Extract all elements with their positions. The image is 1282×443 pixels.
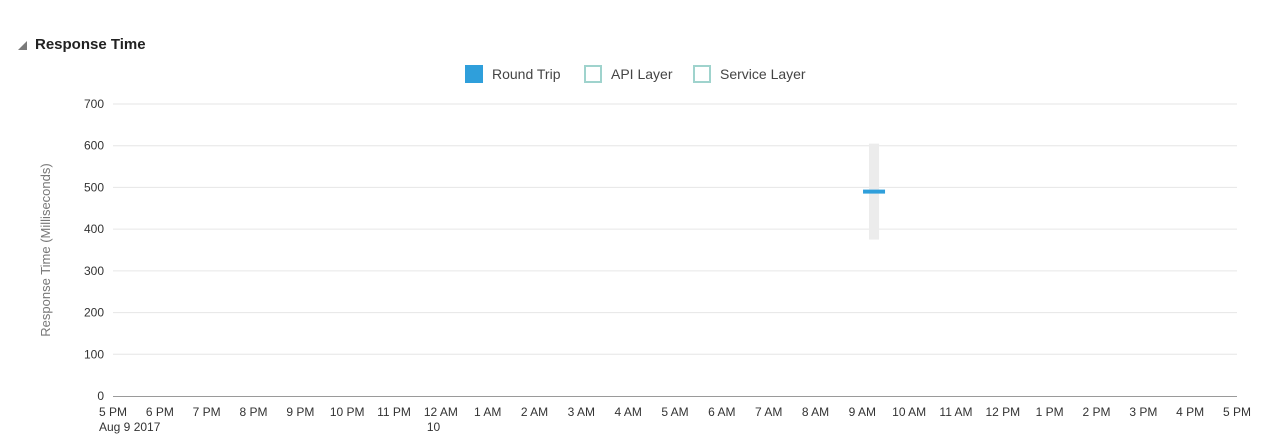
x-tick-label: 3 PM: [1129, 405, 1157, 419]
y-tick-label: 200: [84, 306, 104, 320]
x-tick-label: 2 PM: [1082, 405, 1110, 419]
x-tick-label: 3 AM: [568, 405, 595, 419]
x-tick-label: 8 PM: [239, 405, 267, 419]
x-tick-label: 10 AM: [892, 405, 926, 419]
y-tick-label: 400: [84, 222, 104, 236]
x-tick-label: 5 PM: [99, 405, 127, 419]
x-tick-label: 11 PM: [377, 405, 411, 419]
x-tick-label: 2 AM: [521, 405, 548, 419]
x-tick-label: 1 PM: [1036, 405, 1064, 419]
y-axis-title: Response Time (Milliseconds): [38, 163, 53, 336]
response-time-chart: 0 100 200 300 400 500 600 700 5 PM 6 PM 7 PM 8 PM 9 …: [38, 97, 1251, 434]
y-tick-label: 300: [84, 264, 104, 278]
y-tick-label: 600: [84, 139, 104, 153]
x-tick-label: 9 AM: [849, 405, 876, 419]
x-tick-label: 1 AM: [474, 405, 501, 419]
x-tick-sublabel: Aug 9 2017: [99, 420, 161, 434]
y-tick-label: 100: [84, 347, 104, 361]
x-tick-label: 10 PM: [330, 405, 365, 419]
x-tick-label: 6 AM: [708, 405, 735, 419]
x-tick-label: 4 AM: [614, 405, 641, 419]
x-tick-label: 12 AM: [424, 405, 458, 419]
x-tick-label: 9 PM: [286, 405, 314, 419]
x-tick-label: 8 AM: [802, 405, 829, 419]
x-tick-label: 5 AM: [661, 405, 688, 419]
y-tick-label: 700: [84, 97, 104, 111]
x-tick-label: 12 PM: [985, 405, 1020, 419]
x-tick-label: 5 PM: [1223, 405, 1251, 419]
y-tick-label: 0: [97, 389, 104, 403]
x-tick-label: 7 AM: [755, 405, 782, 419]
y-tick-label: 500: [84, 180, 104, 194]
x-tick-label: 4 PM: [1176, 405, 1204, 419]
x-tick-label: 7 PM: [193, 405, 221, 419]
data-point-round-trip: [863, 189, 886, 194]
x-tick-label: 6 PM: [146, 405, 174, 419]
x-tick-sublabel: 10: [427, 420, 441, 434]
x-tick-label: 11 AM: [939, 405, 972, 419]
